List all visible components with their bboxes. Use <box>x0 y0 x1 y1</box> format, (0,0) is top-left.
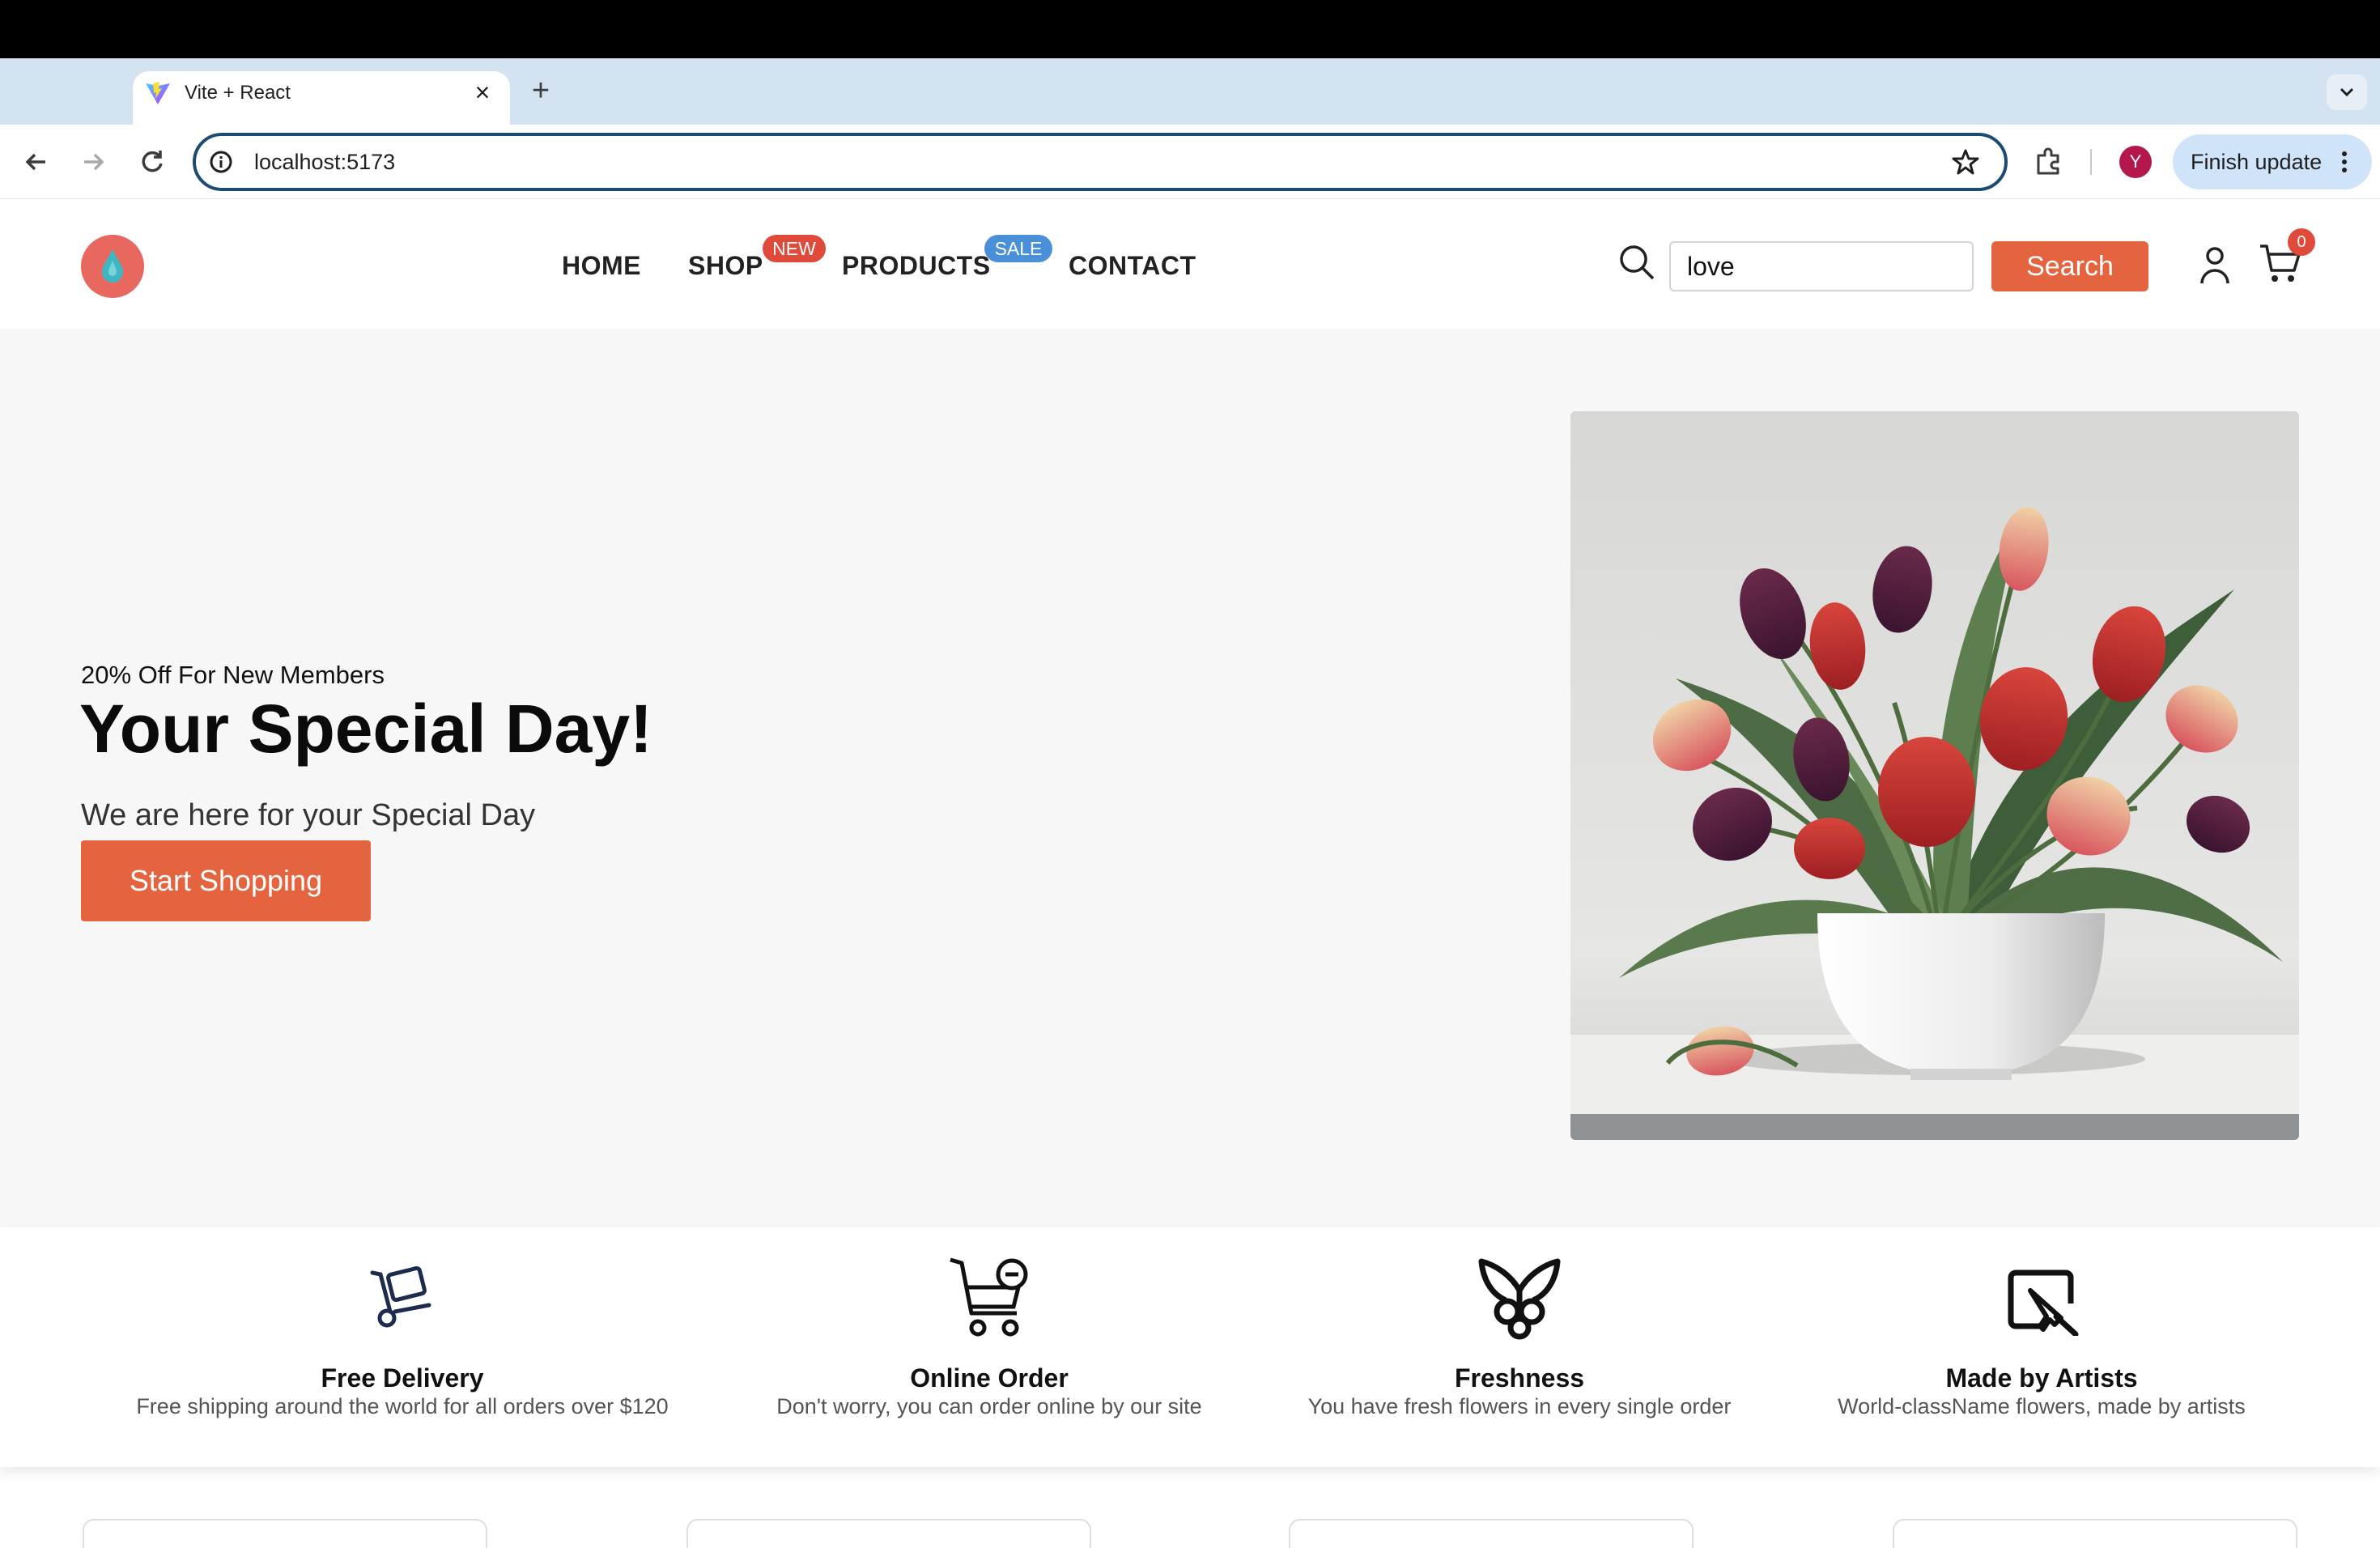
cart-count-badge: 0 <box>2288 228 2315 256</box>
search-input[interactable] <box>1669 241 1974 291</box>
browser-window: Vite + React × + localhost:5173 Y Finish… <box>0 0 2380 1548</box>
artist-brush-icon <box>2008 1269 2079 1336</box>
nav-shop[interactable]: SHOP <box>688 249 763 282</box>
hero-subtitle: We are here for your Special Day <box>81 798 536 832</box>
product-card[interactable] <box>83 1519 487 1548</box>
finish-update-label[interactable]: Finish update <box>2191 146 2322 178</box>
new-badge: NEW <box>763 235 826 262</box>
toolbar-divider <box>2090 149 2092 175</box>
nav-contact[interactable]: CONTACT <box>1069 249 1196 282</box>
feature-desc-artists: World-className flowers, made by artists <box>1838 1394 2246 1418</box>
new-tab-button[interactable]: + <box>525 74 557 107</box>
feature-desc-delivery: Free shipping around the world for all o… <box>136 1394 669 1418</box>
feature-title-online: Online Order <box>910 1363 1069 1393</box>
tulip-bouquet-image <box>1570 411 2299 1140</box>
profile-avatar[interactable]: Y <box>2119 146 2152 178</box>
search-icon[interactable] <box>1617 243 1656 282</box>
user-icon[interactable] <box>2195 245 2234 287</box>
start-shopping-button[interactable]: Start Shopping <box>81 840 371 921</box>
extensions-icon[interactable] <box>2032 146 2064 178</box>
feature-title-artists: Made by Artists <box>1945 1363 2138 1393</box>
system-bar <box>0 0 2380 58</box>
address-bar[interactable] <box>193 133 2008 191</box>
close-tab-icon[interactable]: × <box>468 78 497 107</box>
cart-minus-icon <box>950 1257 1028 1337</box>
bookmark-star-icon[interactable] <box>1951 147 1980 176</box>
site-logo[interactable] <box>81 235 144 298</box>
vite-icon <box>146 82 170 104</box>
hero-title: Your Special Day! <box>79 691 653 767</box>
product-card[interactable] <box>1289 1519 1694 1548</box>
forward-icon[interactable] <box>78 146 110 178</box>
reload-icon[interactable] <box>136 146 168 178</box>
tab-title: Vite + React <box>185 82 291 104</box>
product-card[interactable] <box>686 1519 1091 1548</box>
back-icon[interactable] <box>19 146 52 178</box>
more-menu-icon[interactable] <box>2338 147 2351 176</box>
feature-title-freshness: Freshness <box>1454 1363 1585 1393</box>
site-info-icon[interactable] <box>207 148 235 176</box>
nav-products[interactable]: PRODUCTS <box>842 249 991 282</box>
drop-logo-icon <box>102 249 123 283</box>
search-button[interactable]: Search <box>1991 241 2148 291</box>
sale-badge: SALE <box>984 235 1052 262</box>
chevron-down-icon <box>2340 87 2354 97</box>
hand-truck-icon <box>370 1265 431 1328</box>
product-card[interactable] <box>1893 1519 2297 1548</box>
url-text[interactable]: localhost:5173 <box>254 146 395 178</box>
butterfly-icon <box>1478 1258 1561 1340</box>
features-bar <box>0 1227 2380 1467</box>
hero-kicker: 20% Off For New Members <box>81 661 385 689</box>
tab-search-button[interactable] <box>2327 74 2367 110</box>
feature-title-delivery: Free Delivery <box>321 1363 484 1393</box>
nav-home[interactable]: HOME <box>562 249 641 282</box>
